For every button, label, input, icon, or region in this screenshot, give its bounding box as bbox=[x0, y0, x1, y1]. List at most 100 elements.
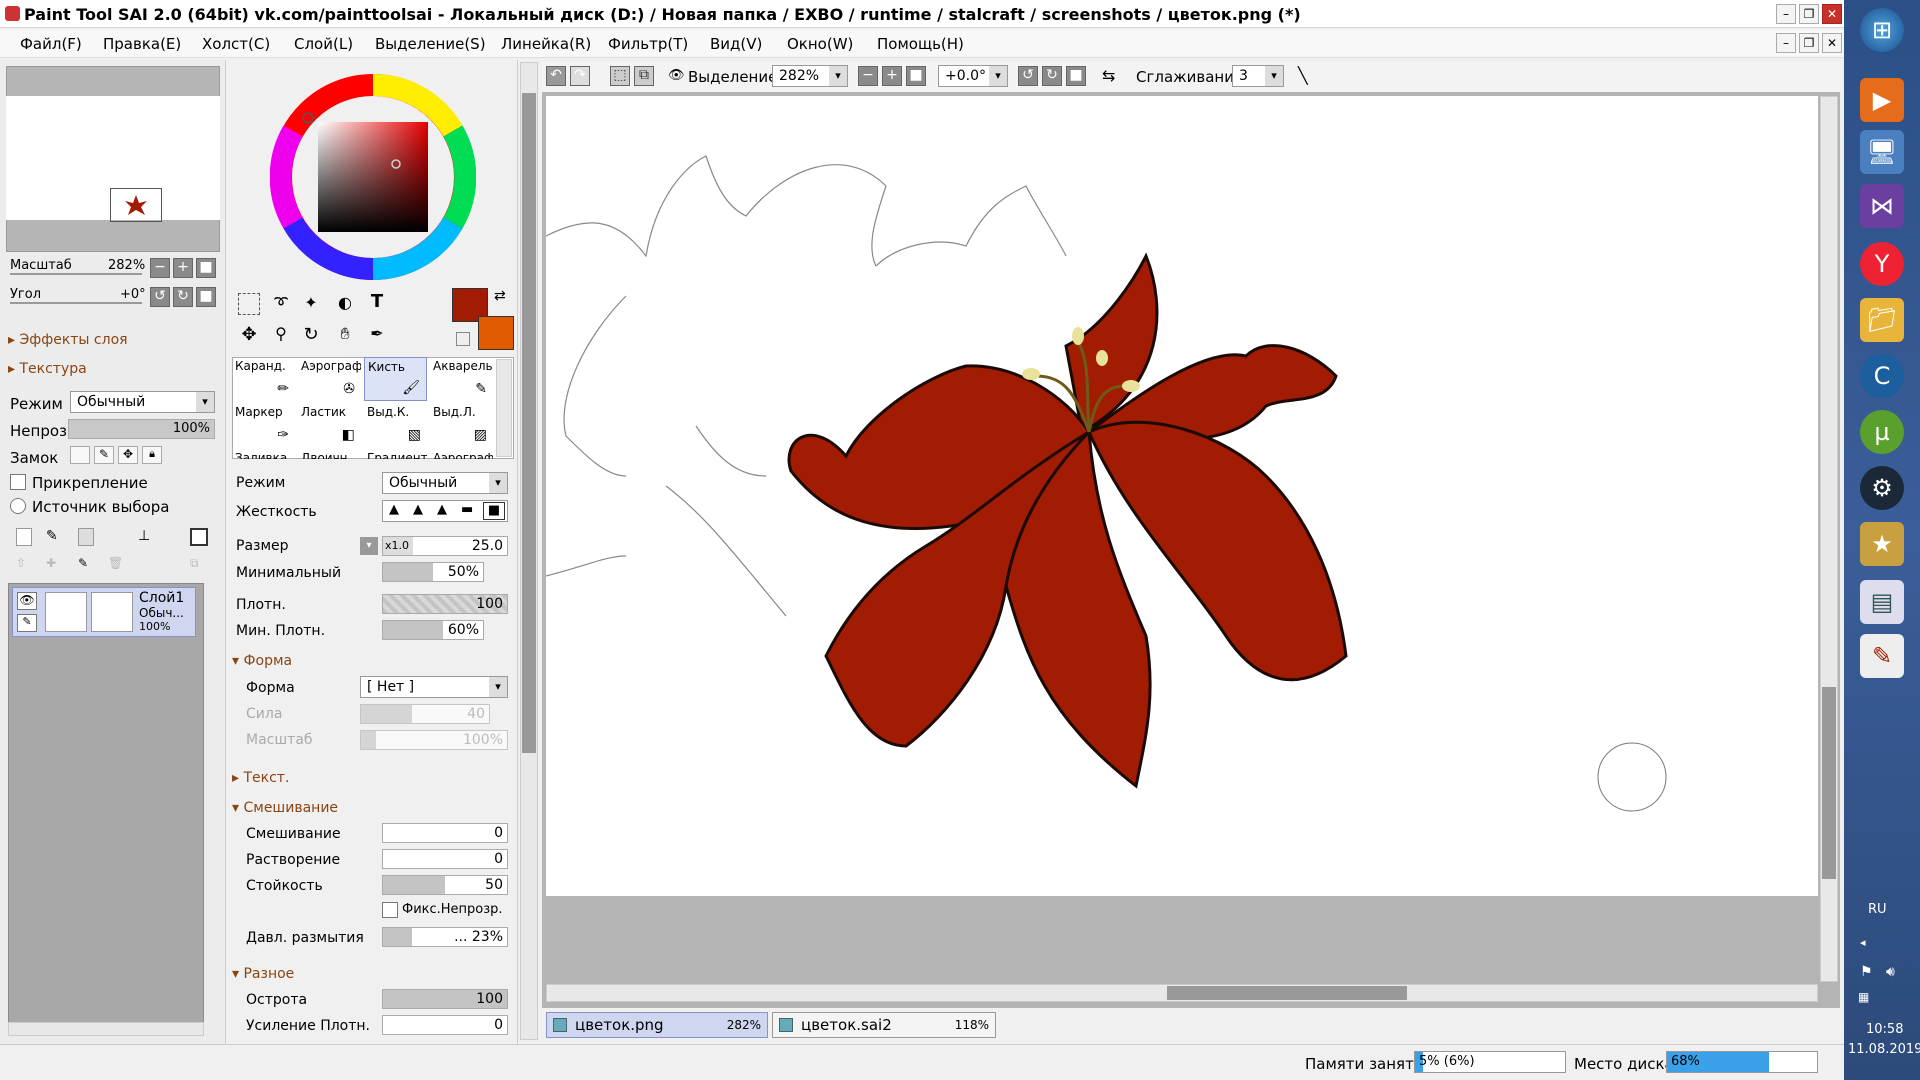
utorrent-icon[interactable]: µ bbox=[1860, 410, 1904, 454]
mask-icon[interactable] bbox=[190, 528, 208, 546]
shape-scale-bar[interactable]: 100% bbox=[360, 730, 508, 750]
rect-select-icon[interactable] bbox=[238, 293, 260, 315]
shape-icon[interactable]: ◐ bbox=[334, 293, 356, 315]
blend-mode-select[interactable]: Обычный bbox=[70, 391, 215, 413]
menu-edit[interactable]: Правка(E) bbox=[103, 35, 181, 53]
brush-mode-select[interactable]: Обычный bbox=[382, 472, 508, 494]
size-dropdown-icon[interactable]: ▾ bbox=[360, 537, 378, 555]
misc-section[interactable]: ▾ Разное bbox=[232, 966, 294, 982]
merge-down-icon[interactable]: ⊥ bbox=[138, 528, 156, 546]
transparent-color-icon[interactable] bbox=[456, 332, 470, 346]
tool-grid-scroll[interactable] bbox=[496, 359, 512, 457]
new-vector-layer-icon[interactable]: ✎ bbox=[46, 528, 62, 546]
canvas-hscroll[interactable] bbox=[546, 984, 1818, 1002]
rotate-left-button[interactable]: ↺ bbox=[150, 287, 170, 307]
doc-restore-button[interactable]: ❐ bbox=[1799, 33, 1819, 53]
secondary-color-swatch[interactable] bbox=[478, 316, 514, 350]
close-button[interactable]: ✕ bbox=[1822, 4, 1842, 24]
hardness-3-icon[interactable]: ▲ bbox=[437, 502, 447, 517]
doc-minimize-button[interactable]: – bbox=[1776, 33, 1796, 53]
shape-section[interactable]: ▾ Форма bbox=[232, 653, 292, 669]
color-wheel[interactable] bbox=[269, 73, 477, 281]
tool-select-pen[interactable]: Выд.К. ▧ bbox=[364, 403, 427, 447]
lock-all-icon[interactable]: 🔒︎ bbox=[142, 446, 162, 464]
layers-hscroll[interactable] bbox=[8, 1022, 204, 1036]
tool-watercolor[interactable]: Акварель ✎ bbox=[430, 357, 493, 401]
dilution-field[interactable]: 0 bbox=[382, 849, 508, 869]
rotate-reset-button[interactable]: ■ bbox=[196, 287, 216, 307]
toolbar-rotate-reset-button[interactable]: ■ bbox=[1066, 66, 1086, 86]
layer-add-icon[interactable]: ✚ bbox=[46, 556, 62, 572]
strength-bar[interactable]: 40 bbox=[360, 704, 490, 724]
lock-paint-icon[interactable]: ✎ bbox=[94, 446, 114, 464]
straight-line-icon[interactable]: ╲ bbox=[1298, 66, 1318, 86]
zoom-reset-button[interactable]: ■ bbox=[196, 258, 216, 278]
tool-bucket[interactable]: Заливка bbox=[232, 449, 295, 459]
keep-opacity-checkbox[interactable] bbox=[382, 902, 398, 918]
canvas-vscroll-thumb[interactable] bbox=[1822, 687, 1836, 879]
tool-eraser[interactable]: Ластик ◧ bbox=[298, 403, 361, 447]
min-size-bar[interactable]: 50% bbox=[382, 562, 484, 582]
deselect-button[interactable]: ⬚ bbox=[610, 66, 630, 86]
trash-icon[interactable]: 🗑︎ bbox=[108, 556, 124, 572]
menu-help[interactable]: Помощь(H) bbox=[877, 35, 964, 53]
swap-colors-icon[interactable]: ⇄ bbox=[494, 288, 512, 306]
hand-icon[interactable]: ✋︎ bbox=[334, 324, 356, 346]
canvas-hscroll-thumb[interactable] bbox=[1167, 986, 1407, 1000]
pencil-icon[interactable]: ✎ bbox=[17, 614, 37, 632]
redo-button[interactable]: ↷ bbox=[570, 66, 590, 86]
canvas[interactable] bbox=[545, 96, 1818, 896]
language-indicator[interactable]: RU bbox=[1868, 902, 1887, 917]
new-folder-icon[interactable] bbox=[78, 528, 94, 546]
doc-close-button[interactable]: ✕ bbox=[1822, 33, 1842, 53]
sharpness-bar[interactable]: 100 bbox=[382, 989, 508, 1009]
tab-flower-sai2[interactable]: цветок.sai2 118% bbox=[772, 1012, 996, 1038]
eyedropper-icon[interactable]: ✒ bbox=[366, 324, 388, 346]
file-explorer-icon[interactable]: 📁︎ bbox=[1860, 298, 1904, 342]
tool-panel-scrollbar[interactable] bbox=[520, 62, 538, 1040]
menu-window[interactable]: Окно(W) bbox=[787, 35, 853, 53]
toolbar-zoom-reset-button[interactable]: ■ bbox=[906, 66, 926, 86]
zoom-slider[interactable] bbox=[10, 273, 142, 275]
zoom-in-button[interactable]: + bbox=[173, 258, 193, 278]
persistence-bar[interactable]: 50 bbox=[382, 875, 508, 895]
toolbar-rotate-left-button[interactable]: ↺ bbox=[1018, 66, 1038, 86]
navigator-view-frame[interactable] bbox=[110, 188, 162, 222]
network-icon[interactable]: ▦ bbox=[1858, 990, 1869, 1004]
blur-pressure-bar[interactable]: ... 23% bbox=[382, 927, 508, 947]
menu-layer[interactable]: Слой(L) bbox=[294, 35, 353, 53]
min-density-bar[interactable]: 60% bbox=[382, 620, 484, 640]
lock-move-icon[interactable]: ✥ bbox=[118, 446, 138, 464]
menu-view[interactable]: Вид(V) bbox=[710, 35, 762, 53]
lasso-icon[interactable]: ➰︎ bbox=[270, 293, 292, 315]
lock-transparency-icon[interactable] bbox=[70, 446, 90, 464]
tool-airbrush2[interactable]: Аэрограф bbox=[430, 449, 493, 459]
flag-icon[interactable]: ⚑ bbox=[1860, 964, 1873, 980]
undo-button[interactable]: ↶ bbox=[546, 66, 566, 86]
hardness-4-icon[interactable]: ▬ bbox=[461, 502, 473, 517]
stabilizer-select[interactable]: 3 bbox=[1232, 65, 1284, 87]
zoom-icon[interactable]: ⚲ bbox=[270, 324, 292, 346]
menu-canvas[interactable]: Холст(C) bbox=[202, 35, 270, 53]
document-app-icon[interactable]: ▤ bbox=[1860, 580, 1904, 624]
toolbar-zoom-out-button[interactable]: − bbox=[858, 66, 878, 86]
shape-select[interactable]: [ Нет ] bbox=[360, 676, 508, 698]
volume-icon[interactable]: 🔊︎ bbox=[1886, 964, 1895, 980]
angle-select[interactable]: +0.0° bbox=[938, 65, 1008, 87]
menu-file[interactable]: Файл(F) bbox=[20, 35, 82, 53]
clock-time[interactable]: 10:58 bbox=[1866, 1022, 1903, 1037]
start-button[interactable]: ⊞ bbox=[1860, 8, 1904, 52]
layer-transfer-icon[interactable]: ✎ bbox=[78, 556, 94, 572]
canvas-vscroll[interactable] bbox=[1820, 96, 1838, 982]
minimize-button[interactable]: – bbox=[1776, 4, 1796, 24]
menu-ruler[interactable]: Линейка(R) bbox=[501, 35, 591, 53]
steam-icon[interactable]: ⚙︎ bbox=[1860, 466, 1904, 510]
rotate-icon[interactable]: ↻ bbox=[300, 324, 322, 346]
paint-tool-sai-icon[interactable]: ✎ bbox=[1860, 634, 1904, 678]
density-boost-field[interactable]: 0 bbox=[382, 1015, 508, 1035]
tab-flower-png[interactable]: цветок.png 282% bbox=[546, 1012, 768, 1038]
hardness-selector[interactable]: ▲ ▲ ▲ ▬ ■ bbox=[382, 500, 508, 522]
tool-panel-scroll-thumb[interactable] bbox=[522, 93, 536, 753]
opacity-bar[interactable]: 100% bbox=[68, 419, 215, 439]
rotate-right-button[interactable]: ↻ bbox=[173, 287, 193, 307]
